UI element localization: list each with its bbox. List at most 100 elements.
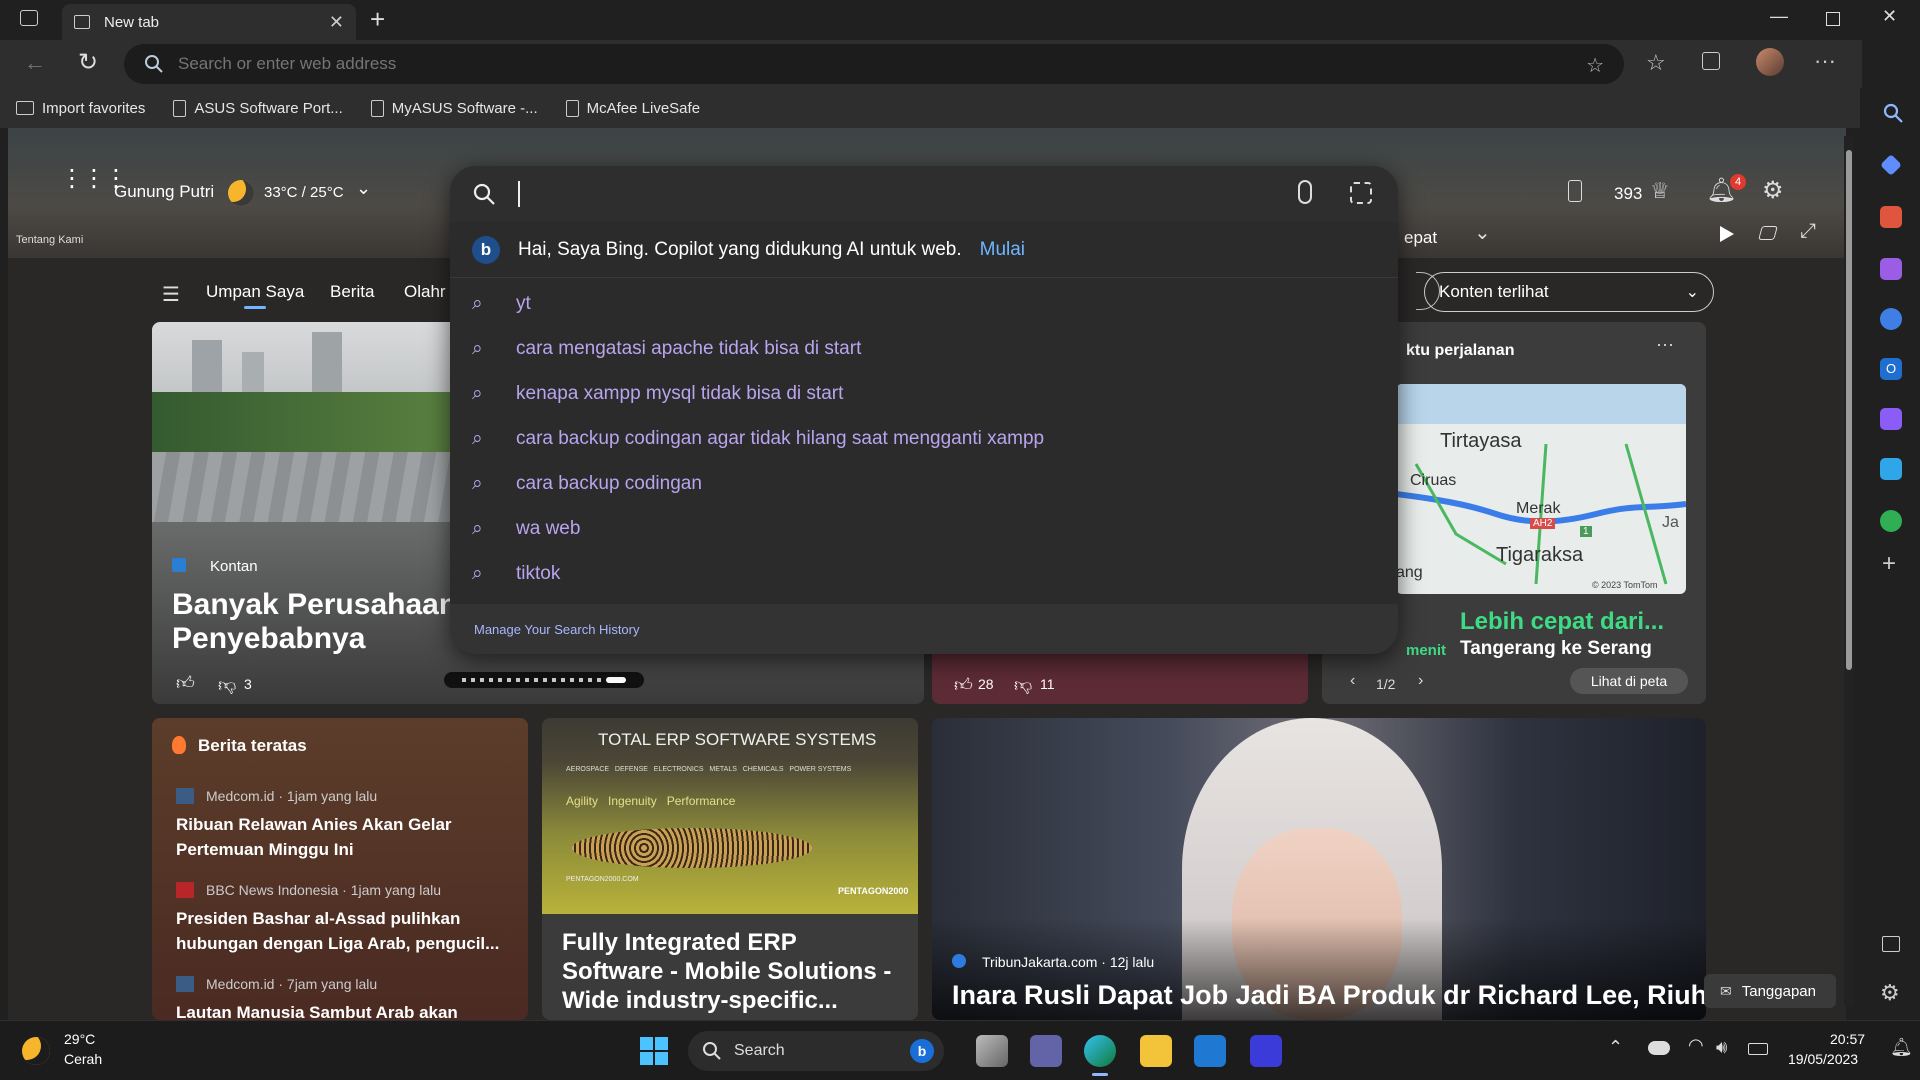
clock-date[interactable]: 19/05/2023 <box>1788 1051 1858 1067</box>
suggestion-item[interactable]: ⌕ cara backup codingan <box>450 462 1398 506</box>
close-tab-icon[interactable]: ✕ <box>329 12 344 33</box>
menu-hamburger-icon[interactable]: ☰ <box>162 282 180 307</box>
minimize-icon[interactable]: — <box>1770 6 1788 27</box>
task-view-icon[interactable] <box>976 1035 1008 1067</box>
battery-icon[interactable] <box>1748 1043 1768 1055</box>
bookmark-myasus[interactable]: MyASUS Software -... <box>370 99 538 117</box>
manage-search-history-link[interactable]: Manage Your Search History <box>450 604 1398 654</box>
tree-icon[interactable] <box>1880 510 1902 532</box>
news-headline[interactable]: Lautan Manusia Sambut Arab akan <box>176 1000 506 1020</box>
bookmark-asus[interactable]: ASUS Software Port... <box>173 99 343 117</box>
bing-copilot-row[interactable]: b Hai, Saya Bing. Copilot yang didukung … <box>450 222 1398 278</box>
microsoft365-icon[interactable] <box>1880 308 1902 330</box>
tools-icon[interactable] <box>1880 206 1902 228</box>
add-favorite-icon[interactable]: ☆ <box>1586 53 1604 78</box>
visual-search-icon[interactable] <box>1350 182 1372 204</box>
refresh-icon[interactable]: ↻ <box>78 48 98 77</box>
tab-berita[interactable]: Berita <box>330 282 374 302</box>
games-icon[interactable] <box>1880 258 1902 280</box>
taskbar-weather-desc[interactable]: Cerah <box>64 1051 102 1067</box>
vs-code-icon[interactable] <box>1250 1035 1282 1067</box>
show-hidden-icons-icon[interactable]: ⌃ <box>1608 1037 1623 1058</box>
feature-title[interactable]: Inara Rusli Dapat Job Jadi BA Produk dr … <box>952 980 1706 1011</box>
edge-icon[interactable] <box>1084 1035 1116 1067</box>
weather-location[interactable]: Gunung Putri <box>114 182 214 202</box>
view-map-button[interactable]: Lihat di peta <box>1570 668 1688 694</box>
feature-news-card[interactable]: TribunJakarta.com · 12j lalu Inara Rusli… <box>932 718 1706 1020</box>
ad-title[interactable]: Fully Integrated ERP Software - Mobile S… <box>562 928 902 1015</box>
shopping-tag-icon[interactable] <box>1880 154 1902 176</box>
taskbar-weather-temp[interactable]: 29°C <box>64 1031 95 1047</box>
scrollbar-thumb[interactable] <box>1846 150 1852 670</box>
prev-icon[interactable]: ‹ <box>1350 672 1355 690</box>
temperature-range[interactable]: 33°C / 25°C <box>264 184 344 201</box>
bookmark-mcafee[interactable]: McAfee LiveSafe <box>565 99 700 117</box>
content-visibility-dropdown[interactable]: Konten terlihat ⌄ <box>1424 272 1714 312</box>
back-icon[interactable]: ← <box>24 50 46 76</box>
taskbar-search[interactable]: Search b <box>688 1031 944 1071</box>
onedrive-cloud-icon[interactable] <box>1648 1041 1670 1055</box>
news-headline[interactable]: Presiden Bashar al-Assad pulihkan hubung… <box>176 906 516 956</box>
main-news-title-line1[interactable]: Banyak Perusahaan I <box>172 588 474 622</box>
favorites-icon[interactable]: ☆ <box>1646 50 1666 76</box>
dislike-icon[interactable]: 👎︎ <box>1014 674 1032 696</box>
teams-icon[interactable] <box>1030 1035 1062 1067</box>
clock-time[interactable]: 20:57 <box>1830 1031 1865 1047</box>
phone-icon[interactable] <box>1568 180 1582 202</box>
start-windows-icon[interactable] <box>640 1037 668 1065</box>
expand-icon[interactable]: ⤢ <box>1800 220 1816 243</box>
microphone-icon[interactable] <box>1298 180 1312 204</box>
page-scrollbar[interactable] <box>1844 136 1854 1006</box>
close-window-icon[interactable]: ✕ <box>1882 6 1897 27</box>
suggestion-item[interactable]: ⌕ cara backup codingan agar tidak hilang … <box>450 417 1398 461</box>
address-input[interactable] <box>178 54 1478 74</box>
carousel-pager[interactable] <box>444 672 644 688</box>
tab-new-tab[interactable]: New tab ✕ <box>62 4 356 40</box>
more-menu-icon[interactable]: ··· <box>1814 48 1836 74</box>
designer-icon[interactable] <box>1880 408 1902 430</box>
notification-center-icon[interactable]: 🔔︎ <box>1890 1037 1913 1058</box>
play-icon[interactable] <box>1720 226 1734 242</box>
tab-olahraga[interactable]: Olahr <box>404 282 446 302</box>
page-settings-icon[interactable]: ⚙ <box>1762 176 1784 205</box>
mail-icon[interactable] <box>1194 1035 1226 1067</box>
profile-avatar[interactable] <box>1756 48 1784 76</box>
sidebar-search-icon[interactable] <box>1882 102 1904 124</box>
telegram-icon[interactable] <box>1880 458 1902 480</box>
feedback-button[interactable]: ✉ Tanggapan <box>1704 974 1836 1008</box>
about-link[interactable]: Tentang Kami <box>16 234 83 246</box>
add-sidebar-app-icon[interactable]: + <box>1882 550 1896 578</box>
next-icon[interactable]: › <box>1418 672 1423 690</box>
sidebar-layout-icon[interactable] <box>1882 936 1900 952</box>
weather-chevron-icon[interactable]: ⌄ <box>356 178 371 199</box>
volume-icon[interactable]: 🔊︎ <box>1716 1037 1727 1058</box>
main-news-title-line2[interactable]: Penyebabnya <box>172 622 365 656</box>
new-tab-button[interactable]: + <box>370 4 385 35</box>
tab-umpan-saya[interactable]: Umpan Saya <box>206 282 304 302</box>
search-box[interactable] <box>450 166 1398 222</box>
tab-actions-icon[interactable] <box>20 10 38 26</box>
restore-icon[interactable] <box>1826 12 1840 26</box>
bing-taskbar-icon[interactable]: b <box>910 1039 934 1063</box>
bing-start-link[interactable]: Mulai <box>980 239 1025 261</box>
outlook-icon[interactable]: O <box>1880 358 1902 380</box>
dislike-icon[interactable]: 👎︎ <box>218 674 236 696</box>
quick-links-label[interactable]: epat <box>1404 228 1437 248</box>
suggestion-item[interactable]: ⌕ wa web <box>450 507 1398 551</box>
address-bar[interactable]: ☆ <box>124 44 1624 84</box>
travel-more-icon[interactable]: ··· <box>1656 334 1674 355</box>
collections-icon[interactable] <box>1702 52 1720 70</box>
rewards-trophy-icon[interactable]: ♕ <box>1650 178 1670 204</box>
rewards-points[interactable]: 393 <box>1614 184 1642 204</box>
suggestion-item[interactable]: ⌕ kenapa xampp mysql tidak bisa di start <box>450 372 1398 416</box>
bookmark-import-favorites[interactable]: Import favorites <box>16 100 145 117</box>
suggestion-item[interactable]: ⌕ yt <box>450 282 1398 326</box>
quick-chevron-icon[interactable]: ⌄ <box>1474 220 1491 245</box>
file-explorer-icon[interactable] <box>1140 1035 1172 1067</box>
sidebar-settings-icon[interactable]: ⚙ <box>1880 980 1900 1006</box>
ad-card[interactable]: TOTAL ERP SOFTWARE SYSTEMS AEROSPACE DEF… <box>542 718 918 1020</box>
like-icon[interactable]: 👍︎ <box>176 672 195 694</box>
like-icon[interactable]: 👍︎ <box>954 674 973 696</box>
suggestion-item[interactable]: ⌕ cara mengatasi apache tidak bisa di sta… <box>450 327 1398 371</box>
weather-moon-icon[interactable] <box>22 1037 50 1065</box>
